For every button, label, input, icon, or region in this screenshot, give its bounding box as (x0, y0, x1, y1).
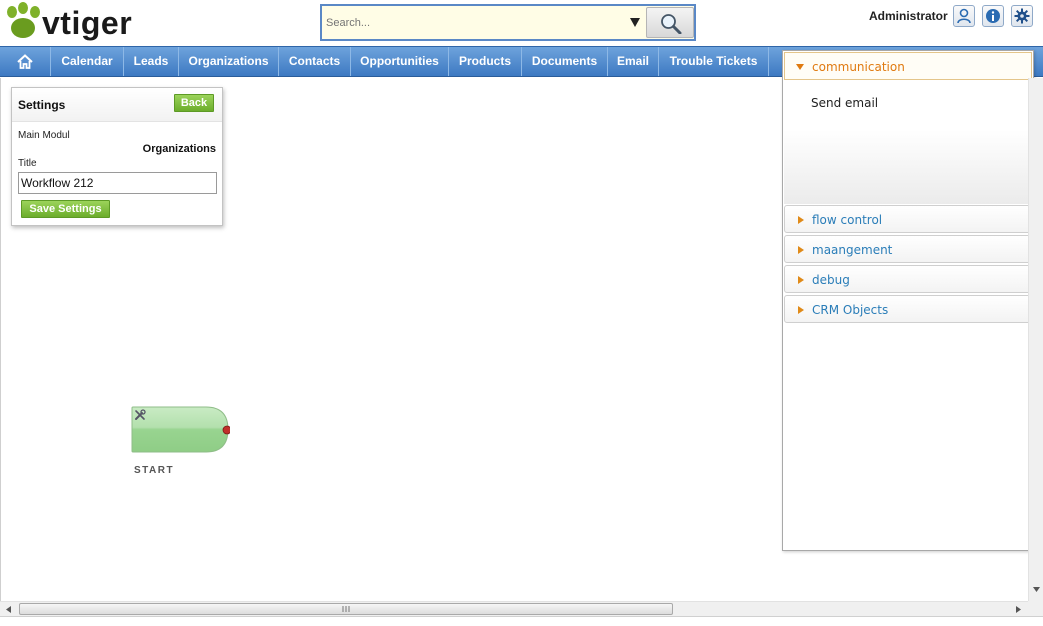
nav-home[interactable] (0, 47, 51, 76)
info-button[interactable] (982, 5, 1004, 27)
settings-title: Settings (18, 98, 66, 112)
accordion-body-communication: Send email (784, 80, 1032, 204)
accordion-header-debug[interactable]: debug (784, 265, 1032, 293)
accordion-title: debug (812, 273, 850, 287)
chevron-right-icon (798, 276, 804, 284)
user-profile-button[interactable] (953, 5, 975, 27)
chevron-right-icon (798, 216, 804, 224)
info-icon (986, 9, 1000, 23)
wrench-icon[interactable] (134, 409, 146, 421)
user-name[interactable]: Administrator (869, 9, 948, 23)
settings-panel: Settings Back Main Modul Organizations T… (11, 87, 223, 226)
nav-documents[interactable]: Documents (522, 47, 608, 76)
nav-contacts[interactable]: Contacts (279, 47, 351, 76)
accordion-header-maangement[interactable]: maangement (784, 235, 1032, 263)
chevron-right-icon (798, 246, 804, 254)
accordion-header-flow-control[interactable]: flow control (784, 205, 1032, 233)
nav-trouble-tickets[interactable]: Trouble Tickets (659, 47, 769, 76)
scroll-down-arrow-icon[interactable] (1033, 587, 1040, 592)
dropdown-caret-icon[interactable] (629, 16, 641, 28)
back-button[interactable]: Back (174, 94, 214, 112)
accordion-title: CRM Objects (812, 303, 889, 317)
accordion-title: communication (812, 60, 905, 74)
logo-text: vtiger (42, 5, 133, 41)
nav-calendar[interactable]: Calendar (51, 47, 124, 76)
search-input[interactable] (322, 6, 642, 39)
search-button[interactable] (646, 7, 694, 38)
task-send-email[interactable]: Send email (811, 96, 878, 110)
scroll-corner (1028, 601, 1043, 616)
tasks-panel: communication Send email flow control ma… (782, 50, 1034, 551)
nav-products[interactable]: Products (449, 47, 522, 76)
scroll-left-arrow-icon[interactable] (6, 606, 11, 613)
start-label: START (134, 465, 175, 476)
title-label: Title (18, 158, 37, 169)
save-settings-button[interactable]: Save Settings (21, 200, 110, 218)
nav-leads[interactable]: Leads (124, 47, 179, 76)
home-icon (17, 54, 33, 69)
vtiger-logo[interactable]: vtiger (4, 2, 169, 44)
bottom-edge (0, 616, 1043, 626)
chevron-right-icon (798, 306, 804, 314)
workflow-editor-screen: vtiger Administrator (0, 0, 1043, 626)
grip-icon (342, 606, 350, 612)
search-icon (661, 14, 682, 34)
top-header: vtiger Administrator (0, 0, 1043, 46)
vertical-scrollbar[interactable] (1028, 78, 1043, 601)
accordion-header-communication[interactable]: communication (784, 52, 1032, 80)
canvas-left-border (0, 78, 1, 601)
nav-opportunities[interactable]: Opportunities (351, 47, 449, 76)
gear-icon (1014, 8, 1030, 24)
scroll-right-arrow-icon[interactable] (1016, 606, 1021, 613)
accordion-header-crm-objects[interactable]: CRM Objects (784, 295, 1032, 323)
title-field[interactable] (18, 172, 217, 194)
paw-logo-icon (7, 2, 40, 38)
start-node[interactable] (131, 406, 232, 453)
horizontal-scroll-thumb[interactable] (19, 603, 673, 615)
settings-button[interactable] (1011, 5, 1033, 27)
nav-organizations[interactable]: Organizations (179, 47, 279, 76)
main-module-value: Organizations (142, 143, 216, 155)
search-box (320, 4, 696, 41)
main-module-label: Main Modul (18, 130, 70, 141)
accordion-title: flow control (812, 213, 883, 227)
accordion-title: maangement (812, 243, 893, 257)
nav-email[interactable]: Email (608, 47, 659, 76)
user-icon (957, 8, 971, 24)
settings-panel-header: Settings Back (12, 88, 222, 122)
chevron-down-icon (796, 64, 804, 70)
horizontal-scrollbar[interactable] (0, 601, 1028, 616)
